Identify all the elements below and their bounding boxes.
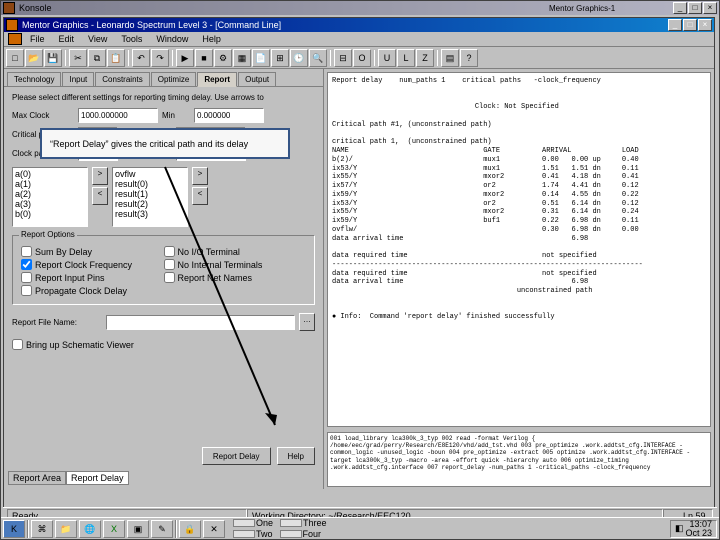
max-clock-label: Max Clock <box>12 111 74 120</box>
check-input-pins[interactable]: Report Input Pins <box>21 272 164 283</box>
subtab-report-delay[interactable]: Report Delay <box>66 471 129 485</box>
taskbar: K ⌘ 📁 🌐 X ▣ ✎ 🔒 ✕ One Three Two Four ◧ 1… <box>1 517 719 539</box>
toolbar: □ 📂 💾 ✂ ⧉ 📋 ↶ ↷ ▶ ■ ⚙ ▦ 📄 ⊞ 🕒 🔍 ⊟ O U L <box>4 47 714 69</box>
system-tray: ◧ 13:07 Oct 23 <box>670 520 717 538</box>
menu-window[interactable]: Window <box>150 33 194 45</box>
doc-icon <box>6 19 18 31</box>
group-title: Report Options <box>19 230 77 239</box>
gear-icon[interactable]: ⚙ <box>214 49 232 67</box>
menu-edit[interactable]: Edit <box>53 33 81 45</box>
tb-tool1[interactable]: ⊟ <box>334 49 352 67</box>
tray-app-icon[interactable]: ◧ <box>675 523 684 534</box>
task-files-icon[interactable]: 📁 <box>55 520 77 538</box>
run-icon[interactable]: ▶ <box>176 49 194 67</box>
save-icon[interactable]: 💾 <box>44 49 62 67</box>
tab-report[interactable]: Report <box>197 72 237 87</box>
app-icon <box>3 2 15 14</box>
search-icon[interactable]: 🔍 <box>309 49 327 67</box>
clock-icon[interactable]: 🕒 <box>290 49 308 67</box>
list-item[interactable]: a(1) <box>14 179 86 189</box>
start-icon[interactable]: K <box>3 520 25 538</box>
move-left-icon[interactable]: < <box>92 187 108 205</box>
task-x-icon[interactable]: ✕ <box>203 520 225 538</box>
close-button[interactable]: × <box>703 2 717 14</box>
tab-output[interactable]: Output <box>238 72 276 86</box>
inner-titlebar: Mentor Graphics - Leonardo Spectrum Leve… <box>4 18 714 32</box>
tab-constraints[interactable]: Constraints <box>95 72 149 86</box>
list-item[interactable]: a(3) <box>14 199 86 209</box>
undo-icon[interactable]: ↶ <box>132 49 150 67</box>
tab-optimize[interactable]: Optimize <box>151 72 197 86</box>
right-panel: Report delay num_paths 1 critical paths … <box>324 69 714 489</box>
chip-icon[interactable]: ▦ <box>233 49 251 67</box>
report-icon[interactable]: 📄 <box>252 49 270 67</box>
tb-z[interactable]: Z <box>416 49 434 67</box>
menu-help[interactable]: Help <box>196 33 227 45</box>
tab-input[interactable]: Input <box>62 72 94 86</box>
minimize-button[interactable]: _ <box>668 19 682 31</box>
copy-icon[interactable]: ⧉ <box>88 49 106 67</box>
maximize-button[interactable]: □ <box>683 19 697 31</box>
redo-icon[interactable]: ↷ <box>151 49 169 67</box>
check-sum-by-delay[interactable]: Sum By Delay <box>21 246 164 257</box>
move-right-icon[interactable]: > <box>92 167 108 185</box>
task-excel-icon[interactable]: X <box>103 520 125 538</box>
list-item[interactable]: a(0) <box>14 169 86 179</box>
new-icon[interactable]: □ <box>6 49 24 67</box>
min-label: Min <box>162 111 190 120</box>
outer-window-title: Konsole <box>19 3 545 13</box>
menu-tools[interactable]: Tools <box>115 33 148 45</box>
check-clock-freq[interactable]: Report Clock Frequency <box>21 259 164 270</box>
paste-icon[interactable]: 📋 <box>107 49 125 67</box>
tray-clock: 13:07 Oct 23 <box>685 520 712 538</box>
command-log[interactable]: 001 load_library lca300k_3_typ 002 read … <box>327 432 711 487</box>
sub-tabs: Report Area Report Delay <box>8 471 129 485</box>
help-button[interactable]: Help <box>277 447 315 465</box>
task-terminal-icon[interactable]: ⌘ <box>31 520 53 538</box>
tb-tile[interactable]: ▤ <box>441 49 459 67</box>
report-output[interactable]: Report delay num_paths 1 critical paths … <box>327 72 711 427</box>
task-browser-icon[interactable]: 🌐 <box>79 520 101 538</box>
help-icon[interactable]: ? <box>460 49 478 67</box>
tb-l[interactable]: L <box>397 49 415 67</box>
tree-icon[interactable]: ⊞ <box>271 49 289 67</box>
close-button[interactable]: × <box>698 19 712 31</box>
annotation-arrow <box>145 165 325 445</box>
open-icon[interactable]: 📂 <box>25 49 43 67</box>
max-clock-input[interactable] <box>78 108 158 123</box>
list-item[interactable]: a(2) <box>14 189 86 199</box>
task-edit-icon[interactable]: ✎ <box>151 520 173 538</box>
tb-u[interactable]: U <box>378 49 396 67</box>
tab-technology[interactable]: Technology <box>7 72 61 86</box>
stop-icon[interactable]: ■ <box>195 49 213 67</box>
min-input[interactable] <box>194 108 264 123</box>
cut-icon[interactable]: ✂ <box>69 49 87 67</box>
menu-view[interactable]: View <box>82 33 113 45</box>
menu-icon[interactable] <box>8 33 22 45</box>
task-console-icon[interactable]: ▣ <box>127 520 149 538</box>
menubar: File Edit View Tools Window Help <box>4 32 714 47</box>
inner-window-title: Mentor Graphics - Leonardo Spectrum Leve… <box>22 20 664 30</box>
task-lock-icon[interactable]: 🔒 <box>179 520 201 538</box>
from-listbox[interactable]: a(0) a(1) a(2) a(3) b(0) <box>12 167 88 227</box>
top-tabs: Technology Input Constraints Optimize Re… <box>4 69 323 87</box>
list-item[interactable]: b(0) <box>14 209 86 219</box>
report-file-label: Report File Name: <box>12 318 102 327</box>
menu-file[interactable]: File <box>24 33 51 45</box>
subtab-report-area[interactable]: Report Area <box>8 471 66 485</box>
tb-tool2[interactable]: O <box>353 49 371 67</box>
maximize-button[interactable]: □ <box>688 2 702 14</box>
outer-titlebar: Konsole Mentor Graphics-1 _ □ × <box>1 1 719 15</box>
check-propagate[interactable]: Propagate Clock Delay <box>21 285 164 296</box>
report-delay-button[interactable]: Report Delay <box>202 447 271 465</box>
minimize-button[interactable]: _ <box>673 2 687 14</box>
desktop-pager[interactable]: One Three Two Four <box>233 518 327 539</box>
annotation-callout: “Report Delay” gives the critical path a… <box>40 128 290 159</box>
hint-text: Please select different settings for rep… <box>12 93 315 102</box>
